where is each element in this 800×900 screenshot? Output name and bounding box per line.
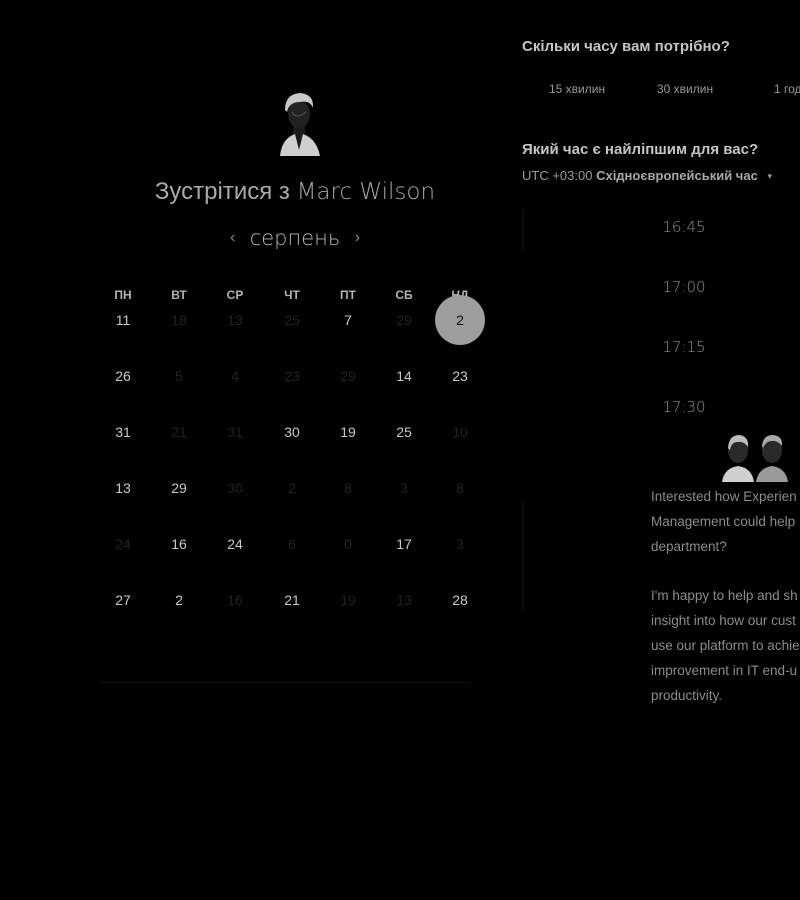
calendar-day[interactable]: 14: [384, 368, 424, 384]
calendar-panel: Зустрітися з Marc Wilson ‹ серпень › ПН …: [100, 0, 490, 900]
calendar-day[interactable]: 17: [384, 536, 424, 552]
promo-paragraph: Interested how Experien Management could…: [651, 484, 800, 559]
calendar-day: 24: [115, 536, 131, 552]
time-slot[interactable]: 17:15: [634, 338, 734, 356]
calendar-day[interactable]: 29: [159, 480, 199, 496]
time-slot[interactable]: 17:00: [634, 278, 734, 296]
calendar-day: 18: [171, 312, 187, 328]
calendar-grid: 11 18 13 25 7 29 2 26 5 4 23 29 14 23 31 21 31 30 19 25 10 13…: [100, 0, 490, 700]
calendar-day: 29: [340, 368, 356, 384]
time-slot[interactable]: 16:45: [634, 218, 734, 236]
scheduling-panel: Скільки часу вам потрібно? 15 хвилин 30 …: [522, 0, 800, 900]
calendar-day: 31: [227, 424, 243, 440]
calendar-day: 25: [284, 312, 300, 328]
calendar-day[interactable]: 11: [103, 312, 143, 328]
team-avatars-icon: [722, 435, 788, 482]
promo-line: Interested how Experien: [651, 489, 797, 504]
calendar-day: 13: [227, 312, 243, 328]
calendar-day: 8: [456, 480, 464, 496]
promo-line: Management could help: [651, 514, 796, 529]
team-avatars: [722, 432, 792, 482]
promo-line: I'm happy to help and sh: [651, 588, 798, 603]
caret-down-icon: ▾: [767, 171, 772, 182]
calendar-day: 23: [284, 368, 300, 384]
calendar-day[interactable]: 26: [103, 368, 143, 384]
timezone-name: Східноєвропейський час: [596, 168, 758, 183]
calendar-day: 3: [456, 536, 464, 552]
duration-option-15[interactable]: 15 хвилин: [549, 82, 605, 96]
calendar-day: 0: [344, 536, 352, 552]
calendar-day[interactable]: 28: [440, 592, 480, 608]
calendar-day: 21: [171, 424, 187, 440]
duration-heading: Скільки часу вам потрібно?: [522, 38, 730, 55]
divider: [100, 682, 470, 683]
calendar-day: 16: [227, 592, 243, 608]
calendar-day: 10: [452, 424, 468, 440]
duration-option-30[interactable]: 30 хвилин: [657, 82, 713, 96]
calendar-day: 5: [175, 368, 183, 384]
calendar-day[interactable]: 25: [384, 424, 424, 440]
calendar-day: 6: [288, 536, 296, 552]
calendar-day: 29: [396, 312, 412, 328]
calendar-day[interactable]: 13: [103, 480, 143, 496]
time-heading: Який час є найліпшим для вас?: [522, 141, 759, 158]
calendar-day: 13: [396, 592, 412, 608]
calendar-day[interactable]: 30: [272, 424, 312, 440]
calendar-day[interactable]: 31: [103, 424, 143, 440]
calendar-day[interactable]: 2: [159, 592, 199, 608]
calendar-day[interactable]: 21: [272, 592, 312, 608]
promo-line: use our platform to achie: [651, 638, 800, 653]
duration-option-60[interactable]: 1 год: [774, 82, 800, 96]
timezone-selector[interactable]: UTC +03:00 Східноєвропейський час ▾: [522, 168, 772, 183]
timezone-offset: UTC +03:00: [522, 168, 593, 183]
promo-paragraph: I'm happy to help and sh insight into ho…: [651, 583, 800, 708]
promo-line: department?: [651, 539, 727, 554]
calendar-day: 19: [340, 592, 356, 608]
calendar-day[interactable]: 24: [215, 536, 255, 552]
calendar-day: 4: [231, 368, 239, 384]
divider: [522, 500, 524, 612]
calendar-day: 3: [400, 480, 408, 496]
calendar-day[interactable]: 23: [440, 368, 480, 384]
calendar-day: 8: [344, 480, 352, 496]
calendar-day: 2: [288, 480, 296, 496]
calendar-day[interactable]: 7: [328, 312, 368, 328]
promo-line: insight into how our cust: [651, 613, 796, 628]
calendar-day: 30: [227, 480, 243, 496]
calendar-day[interactable]: 27: [103, 592, 143, 608]
divider: [522, 210, 524, 250]
calendar-day[interactable]: 16: [159, 536, 199, 552]
time-slot[interactable]: 17:30: [634, 398, 734, 416]
selected-day[interactable]: 2: [435, 295, 485, 345]
calendar-day[interactable]: 19: [328, 424, 368, 440]
promo-line: productivity.: [651, 688, 723, 703]
promo-line: improvement in IT end-u: [651, 663, 798, 678]
